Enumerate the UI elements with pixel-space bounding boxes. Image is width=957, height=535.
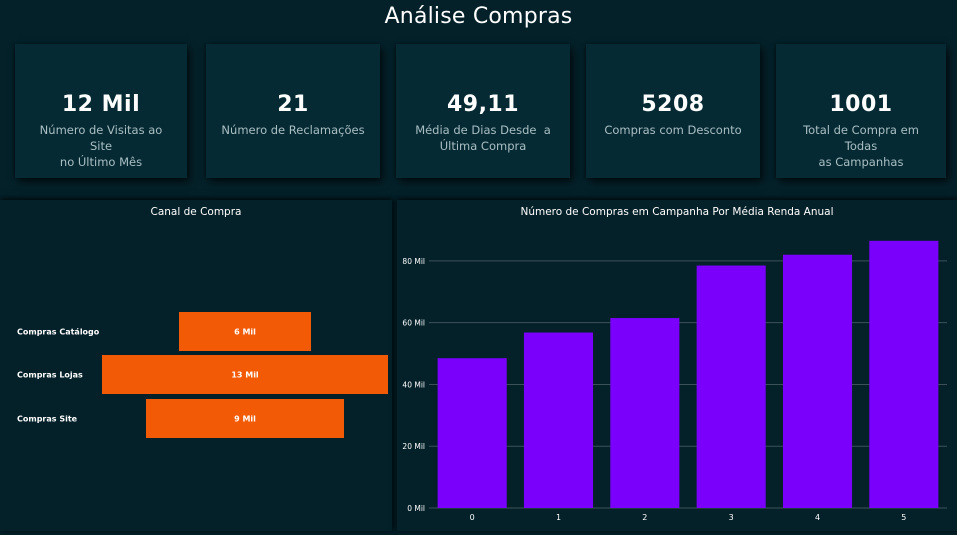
y-tick-label: 40 Mil — [402, 380, 425, 389]
y-tick-label: 20 Mil — [402, 442, 425, 451]
kpi-value: 5208 — [641, 92, 705, 117]
funnel-chart-panel: Canal de Compra 6 Mil Compras Catálogo 13 … — [0, 200, 392, 531]
x-tick-label: 1 — [556, 513, 561, 522]
kpi-label: Número de Visitas ao Site no Último Mês — [15, 122, 187, 170]
funnel-category-label: Compras Lojas — [17, 371, 83, 380]
x-tick-label: 3 — [729, 513, 734, 522]
kpi-card-campaign-purchases[interactable]: 1001 Total de Compra em Todas as Campanh… — [776, 44, 946, 178]
kpi-label-line: Média de Dias Desde a — [415, 123, 551, 137]
kpi-label-line: Número de Reclamações — [221, 123, 365, 137]
funnel-data-label: 13 Mil — [231, 371, 259, 380]
kpi-value: 49,11 — [446, 92, 520, 117]
chart-title: Número de Compras em Campanha Por Média … — [520, 206, 834, 218]
y-tick-label: 80 Mil — [402, 257, 425, 266]
kpi-label-line: no Último Mês — [59, 155, 143, 169]
kpi-label-line: Total de Compra em Todas — [803, 123, 919, 153]
y-tick-label: 60 Mil — [402, 319, 425, 328]
chart-title: Canal de Compra — [150, 206, 242, 218]
x-tick-label: 5 — [901, 513, 906, 522]
kpi-label: Total de Compra em Todas as Campanhas — [776, 122, 946, 170]
funnel-chart: 6 Mil Compras Catálogo 13 Mil Compras Lojas… — [17, 312, 388, 438]
kpi-value: 12 Mil — [61, 92, 141, 117]
kpi-label-line: Última Compra — [439, 139, 527, 153]
kpi-value: 21 — [277, 92, 309, 117]
kpi-label: Média de Dias Desde a Última Compra — [396, 122, 570, 154]
funnel-category-label: Compras Catálogo — [17, 328, 100, 337]
x-tick-label: 4 — [815, 513, 820, 522]
dashboard-title: Análise Compras — [384, 4, 573, 29]
x-tick-label: 2 — [642, 513, 647, 522]
column-bar[interactable] — [610, 318, 680, 508]
y-tick-label: 0 Mil — [407, 504, 425, 513]
kpi-value: 1001 — [829, 92, 893, 117]
funnel-data-label: 6 Mil — [234, 328, 256, 337]
kpi-label: Número de Reclamações — [206, 122, 380, 138]
kpi-label-line: as Campanhas — [818, 155, 904, 169]
x-tick-label: 0 — [470, 513, 475, 522]
kpi-card-complaints[interactable]: 21 Número de Reclamações — [206, 44, 380, 178]
column-bar[interactable] — [523, 332, 594, 508]
column-bar[interactable] — [437, 358, 507, 508]
kpi-label: Compras com Desconto — [586, 122, 760, 138]
kpi-card-days-since-purchase[interactable]: 49,11 Média de Dias Desde a Última Compr… — [396, 44, 570, 178]
kpi-card-discount-purchases[interactable]: 5208 Compras com Desconto — [586, 44, 760, 178]
kpi-card-site-visits[interactable]: 12 Mil Número de Visitas ao Site no Últi… — [15, 44, 187, 178]
column-chart-panel: Número de Compras em Campanha Por Média … — [397, 200, 957, 531]
funnel-category-label: Compras Site — [17, 415, 78, 424]
column-chart: 0 Mil 20 Mil 40 Mil 60 Mil 80 Mil 0 1 2 3 4 5 — [402, 240, 947, 522]
funnel-data-label: 9 Mil — [234, 415, 256, 424]
column-bar[interactable] — [696, 265, 766, 508]
column-bar[interactable] — [782, 254, 853, 508]
column-bar[interactable] — [869, 240, 939, 509]
kpi-label-line: Compras com Desconto — [604, 123, 742, 137]
kpi-label-line: Número de Visitas ao Site — [39, 123, 163, 153]
